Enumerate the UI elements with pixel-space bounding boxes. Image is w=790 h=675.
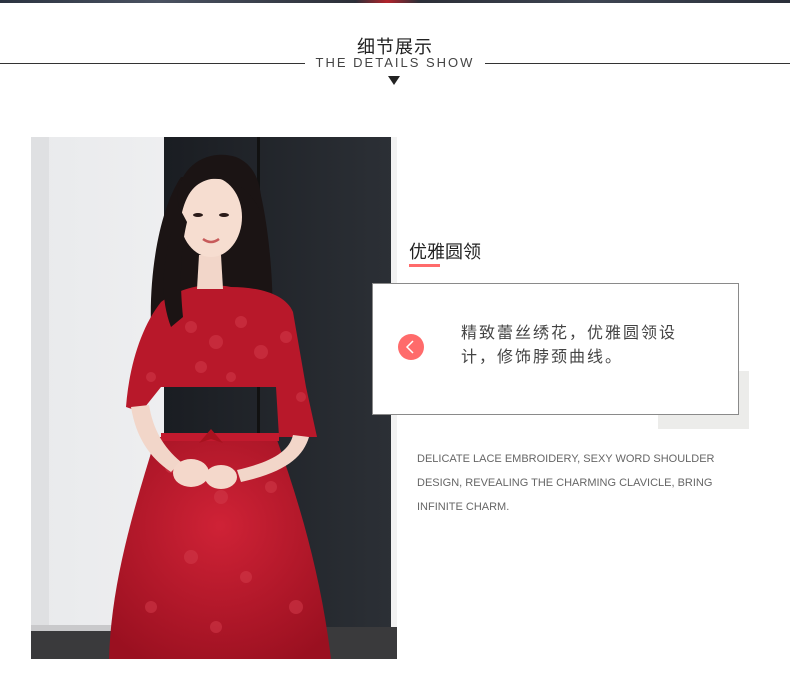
triangle-down-icon	[388, 76, 400, 85]
top-banner-strip	[0, 0, 790, 3]
section-subtitle: THE DETAILS SHOW	[315, 55, 475, 70]
feature-heading: 优雅圆领	[409, 242, 481, 263]
feature-description-en: DELICATE LACE EMBROIDERY, SEXY WORD SHOU…	[417, 453, 715, 513]
product-photo	[31, 137, 397, 659]
feature-description-zh: 精致蕾丝绣花，优雅圆领设计，修饰脖颈曲线。	[461, 323, 678, 366]
heading-accent-bar	[409, 264, 440, 267]
feature-card: 精致蕾丝绣花，优雅圆领设计，修饰脖颈曲线。	[372, 283, 739, 415]
chevron-left-icon[interactable]	[398, 334, 424, 360]
